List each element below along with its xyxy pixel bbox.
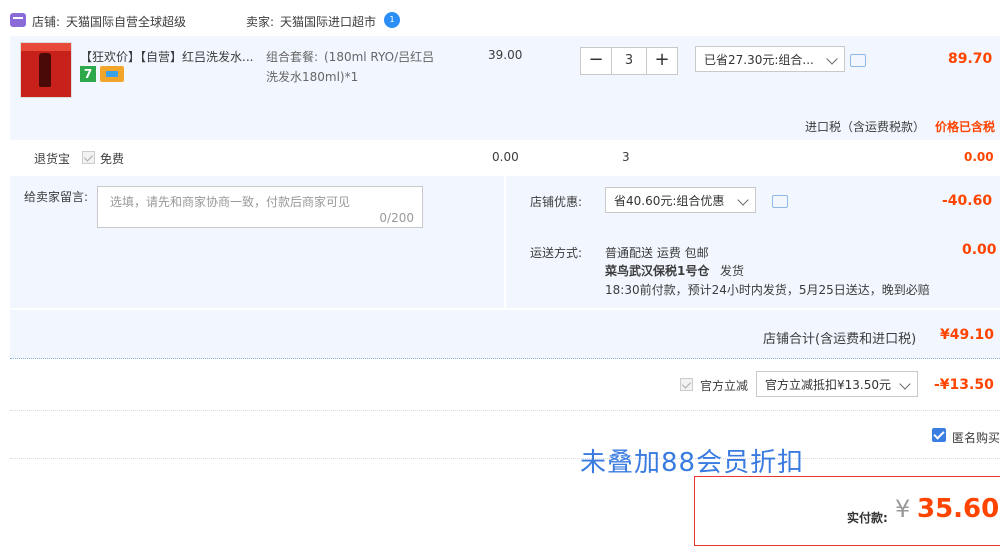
official-discount-select-text: 官方立减抵扣¥13.50元 [765, 378, 891, 392]
return-service-qty: 3 [622, 150, 630, 164]
return-service-price: 0.00 [492, 150, 519, 164]
divider [10, 458, 1000, 459]
divider [10, 410, 1000, 411]
seven-day-return-icon: 7 [80, 66, 96, 82]
decrease-quantity-button[interactable]: − [581, 48, 611, 74]
chat-badge-text: 1 [389, 15, 395, 24]
import-tax-label: 进口税（含运费税款） [805, 120, 926, 134]
chevron-down-icon [737, 194, 749, 206]
shipping-value: 0.00 [962, 242, 997, 258]
item-subtotal: 89.70 [948, 51, 993, 67]
payment-summary-box: 实付款: ¥ 35.60 [694, 476, 1000, 546]
official-discount-select[interactable]: 官方立减抵扣¥13.50元 [756, 371, 918, 397]
credit-card-icon [100, 66, 124, 82]
shipping-line1: 普通配送 运费 包邮 [605, 246, 709, 260]
store-discount-select[interactable]: 省40.60元:组合优惠 [605, 187, 756, 213]
chat-bubble-icon[interactable]: 1 [384, 12, 400, 28]
unit-price: 39.00 [488, 48, 523, 62]
product-bottle-shape [39, 53, 51, 87]
shop-name-link[interactable]: 天猫国际自营全球超级 [66, 13, 186, 30]
spec-value-line1: (180ml RYO/吕红吕 [324, 50, 435, 64]
return-service-checkbox[interactable] [82, 151, 95, 164]
item-discount-select-text: 已省27.30元:组合... [704, 53, 814, 67]
message-label: 给卖家留言: [24, 190, 89, 204]
official-discount-label: 官方立减 [700, 379, 749, 393]
item-discount-select[interactable]: 已省27.30元:组合... [695, 46, 845, 72]
store-total-value: ¥49.10 [940, 327, 995, 343]
chevron-down-icon [899, 378, 911, 390]
tmall-shop-icon [10, 13, 26, 27]
shipping-warehouse: 菜鸟武汉保税1号仓 [605, 264, 710, 278]
increase-quantity-button[interactable]: + [647, 48, 677, 74]
store-total-label: 店铺合计(含运费和进口税) [763, 332, 917, 347]
currency-symbol: ¥ [895, 495, 911, 523]
anonymous-label: 匿名购买 [952, 431, 1000, 445]
official-discount-checkbox[interactable] [680, 378, 693, 391]
return-service-label: 退货宝 [34, 152, 71, 166]
product-title-link[interactable]: 【狂欢价】【自营】红吕洗发水... [80, 48, 253, 65]
chevron-down-icon [826, 53, 838, 65]
anonymous-checkbox[interactable] [932, 428, 946, 442]
shop-label: 店铺: [32, 15, 61, 29]
message-counter: 0/200 [379, 211, 414, 225]
seller-message-input[interactable]: 选填，请先和商家协商一致，付款后商家可见 0/200 [97, 186, 423, 228]
store-discount-label: 店铺优惠: [530, 195, 583, 209]
seller-name-link[interactable]: 天猫国际进口超市 [280, 13, 376, 30]
shipping-label: 运送方式: [530, 246, 583, 260]
return-service-subtotal: 0.00 [964, 150, 994, 164]
store-discount-value: -40.60 [942, 193, 993, 209]
product-image-banner [21, 43, 71, 51]
message-icon[interactable] [850, 54, 866, 67]
spec-value-line2: 洗发水180ml)*1 [266, 70, 359, 84]
tag-seven-text: 7 [83, 67, 93, 81]
store-discount-select-text: 省40.60元:组合优惠 [614, 194, 725, 208]
shipping-line2-rest: 发货 [720, 264, 745, 278]
spec-label: 组合套餐: [266, 50, 319, 64]
shipping-eta: 18:30前付款，预计24小时内发货，5月25日送达，晚到必赔 [605, 283, 930, 297]
payment-amount: 35.60 [917, 494, 1000, 524]
return-service-option: 免费 [100, 152, 125, 166]
product-image[interactable] [20, 42, 72, 98]
message-placeholder: 选填，请先和商家协商一致，付款后商家可见 [110, 195, 351, 209]
quantity-input[interactable]: 3 [611, 48, 647, 74]
message-icon[interactable] [772, 195, 788, 208]
seller-label: 卖家: [246, 15, 275, 29]
official-discount-value: -¥13.50 [934, 377, 994, 393]
import-tax-value: 价格已含税 [935, 120, 996, 134]
member-discount-note: 未叠加88会员折扣 [580, 448, 805, 478]
quantity-stepper: − 3 + [580, 47, 678, 75]
payment-label: 实付款: [847, 511, 888, 525]
shop-header: 店铺: 天猫国际自营全球超级 卖家: 天猫国际进口超市 1 [0, 0, 1000, 36]
